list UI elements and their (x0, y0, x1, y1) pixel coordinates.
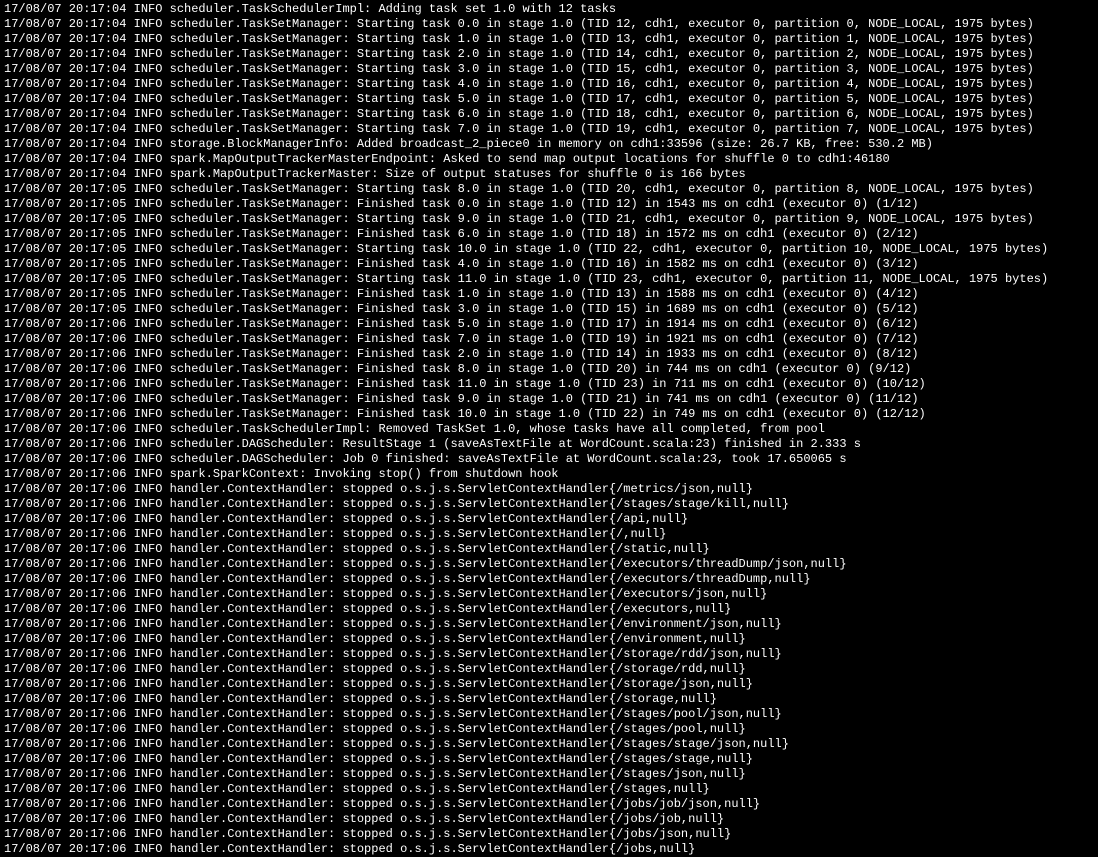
log-line: 17/08/07 20:17:05 INFO scheduler.TaskSet… (4, 302, 1094, 317)
log-line: 17/08/07 20:17:05 INFO scheduler.TaskSet… (4, 242, 1094, 257)
log-line: 17/08/07 20:17:04 INFO spark.MapOutputTr… (4, 167, 1094, 182)
log-line: 17/08/07 20:17:04 INFO scheduler.TaskSet… (4, 17, 1094, 32)
log-line: 17/08/07 20:17:06 INFO handler.ContextHa… (4, 617, 1094, 632)
log-line: 17/08/07 20:17:06 INFO handler.ContextHa… (4, 782, 1094, 797)
log-line: 17/08/07 20:17:06 INFO scheduler.TaskSet… (4, 332, 1094, 347)
log-line: 17/08/07 20:17:04 INFO spark.MapOutputTr… (4, 152, 1094, 167)
log-line: 17/08/07 20:17:06 INFO handler.ContextHa… (4, 497, 1094, 512)
log-line: 17/08/07 20:17:06 INFO spark.SparkContex… (4, 467, 1094, 482)
log-line: 17/08/07 20:17:06 INFO handler.ContextHa… (4, 587, 1094, 602)
log-line: 17/08/07 20:17:04 INFO scheduler.TaskSet… (4, 107, 1094, 122)
log-line: 17/08/07 20:17:04 INFO scheduler.TaskSch… (4, 2, 1094, 17)
log-line: 17/08/07 20:17:06 INFO handler.ContextHa… (4, 842, 1094, 857)
log-line: 17/08/07 20:17:06 INFO handler.ContextHa… (4, 677, 1094, 692)
log-line: 17/08/07 20:17:05 INFO scheduler.TaskSet… (4, 287, 1094, 302)
log-line: 17/08/07 20:17:05 INFO scheduler.TaskSet… (4, 212, 1094, 227)
log-line: 17/08/07 20:17:06 INFO handler.ContextHa… (4, 827, 1094, 842)
log-line: 17/08/07 20:17:04 INFO scheduler.TaskSet… (4, 62, 1094, 77)
log-line: 17/08/07 20:17:06 INFO scheduler.DAGSche… (4, 437, 1094, 452)
log-line: 17/08/07 20:17:06 INFO handler.ContextHa… (4, 482, 1094, 497)
log-line: 17/08/07 20:17:06 INFO handler.ContextHa… (4, 647, 1094, 662)
log-line: 17/08/07 20:17:05 INFO scheduler.TaskSet… (4, 272, 1094, 287)
log-line: 17/08/07 20:17:06 INFO scheduler.TaskSet… (4, 362, 1094, 377)
log-line: 17/08/07 20:17:06 INFO handler.ContextHa… (4, 662, 1094, 677)
log-line: 17/08/07 20:17:05 INFO scheduler.TaskSet… (4, 182, 1094, 197)
terminal-output: 17/08/07 20:17:04 INFO scheduler.TaskSch… (0, 0, 1098, 857)
log-line: 17/08/07 20:17:06 INFO scheduler.TaskSet… (4, 407, 1094, 422)
log-line: 17/08/07 20:17:06 INFO handler.ContextHa… (4, 767, 1094, 782)
log-line: 17/08/07 20:17:05 INFO scheduler.TaskSet… (4, 197, 1094, 212)
log-line: 17/08/07 20:17:06 INFO handler.ContextHa… (4, 707, 1094, 722)
log-line: 17/08/07 20:17:04 INFO scheduler.TaskSet… (4, 77, 1094, 92)
log-line: 17/08/07 20:17:04 INFO scheduler.TaskSet… (4, 122, 1094, 137)
log-line: 17/08/07 20:17:05 INFO scheduler.TaskSet… (4, 227, 1094, 242)
log-line: 17/08/07 20:17:06 INFO scheduler.DAGSche… (4, 452, 1094, 467)
log-line: 17/08/07 20:17:06 INFO handler.ContextHa… (4, 812, 1094, 827)
log-line: 17/08/07 20:17:04 INFO scheduler.TaskSet… (4, 92, 1094, 107)
log-line: 17/08/07 20:17:04 INFO storage.BlockMana… (4, 137, 1094, 152)
log-line: 17/08/07 20:17:06 INFO scheduler.TaskSet… (4, 377, 1094, 392)
log-line: 17/08/07 20:17:06 INFO scheduler.TaskSch… (4, 422, 1094, 437)
log-line: 17/08/07 20:17:06 INFO handler.ContextHa… (4, 797, 1094, 812)
log-line: 17/08/07 20:17:06 INFO handler.ContextHa… (4, 512, 1094, 527)
log-line: 17/08/07 20:17:06 INFO handler.ContextHa… (4, 602, 1094, 617)
log-line: 17/08/07 20:17:06 INFO scheduler.TaskSet… (4, 347, 1094, 362)
log-line: 17/08/07 20:17:06 INFO handler.ContextHa… (4, 542, 1094, 557)
log-line: 17/08/07 20:17:05 INFO scheduler.TaskSet… (4, 257, 1094, 272)
log-line: 17/08/07 20:17:06 INFO handler.ContextHa… (4, 692, 1094, 707)
log-line: 17/08/07 20:17:06 INFO scheduler.TaskSet… (4, 317, 1094, 332)
log-line: 17/08/07 20:17:04 INFO scheduler.TaskSet… (4, 32, 1094, 47)
log-line: 17/08/07 20:17:06 INFO handler.ContextHa… (4, 722, 1094, 737)
log-line: 17/08/07 20:17:06 INFO handler.ContextHa… (4, 752, 1094, 767)
log-line: 17/08/07 20:17:04 INFO scheduler.TaskSet… (4, 47, 1094, 62)
log-line: 17/08/07 20:17:06 INFO handler.ContextHa… (4, 572, 1094, 587)
log-line: 17/08/07 20:17:06 INFO handler.ContextHa… (4, 527, 1094, 542)
log-line: 17/08/07 20:17:06 INFO handler.ContextHa… (4, 737, 1094, 752)
log-line: 17/08/07 20:17:06 INFO handler.ContextHa… (4, 632, 1094, 647)
log-line: 17/08/07 20:17:06 INFO scheduler.TaskSet… (4, 392, 1094, 407)
log-line: 17/08/07 20:17:06 INFO handler.ContextHa… (4, 557, 1094, 572)
